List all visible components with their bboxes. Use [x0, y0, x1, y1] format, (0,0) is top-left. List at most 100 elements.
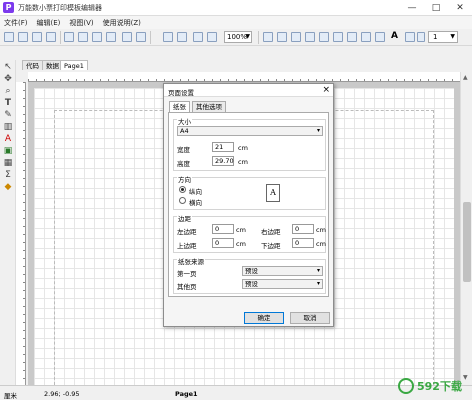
undo-icon[interactable] [163, 32, 173, 42]
align-left-icon[interactable] [263, 32, 273, 42]
watermark: 592下载 [398, 376, 470, 396]
ok-button[interactable]: 确定 [244, 312, 284, 324]
line-width-select[interactable]: 1 ▼ [428, 31, 458, 43]
landscape-label: 横向 [189, 199, 202, 207]
landscape-radio[interactable] [179, 197, 186, 204]
menu-file[interactable]: 文件(F) [4, 18, 28, 28]
first-page-source-select[interactable]: 预设 ▾ [242, 266, 323, 276]
zoom-out-icon[interactable] [207, 32, 217, 42]
scroll-thumb[interactable] [463, 202, 471, 282]
toolbar-separator [258, 31, 259, 44]
first-page-source-value: 预设 [245, 267, 258, 275]
portrait-radio[interactable] [179, 186, 186, 193]
save-icon[interactable] [32, 32, 42, 42]
copy-icon[interactable] [78, 32, 88, 42]
sum-icon[interactable]: Σ [3, 170, 13, 180]
toolbar: 100% ▼ A 1 ▼ [0, 29, 472, 46]
zoom-in-icon[interactable] [193, 32, 203, 42]
top-margin-label: 上边距 [177, 242, 197, 250]
paper-size-value: A4 [180, 127, 189, 135]
dialog-title: 页面设置 [168, 89, 194, 97]
margins-group: 边距 左边距 0 cm 右边距 0 cm 上边距 0 cm 下边距 0 cm [173, 213, 326, 253]
menu-edit[interactable]: 编辑(E) [37, 18, 61, 28]
image-icon[interactable]: ▣ [3, 146, 13, 156]
pointer-icon[interactable]: ↖ [3, 62, 13, 72]
scroll-up-icon[interactable]: ▲ [463, 74, 468, 81]
vertical-ruler [16, 82, 26, 385]
align-bottom-icon[interactable] [333, 32, 343, 42]
other-pages-source-select[interactable]: 预设 ▾ [242, 279, 323, 289]
portrait-label: 纵向 [189, 188, 202, 196]
zoom-select[interactable]: 100% ▼ [224, 31, 252, 43]
new-file-icon[interactable] [4, 32, 14, 42]
tab-other-options[interactable]: 其他选项 [192, 101, 226, 112]
left-margin-label: 左边距 [177, 228, 197, 236]
print-icon[interactable] [46, 32, 56, 42]
align-right-icon[interactable] [291, 32, 301, 42]
maximize-button[interactable]: □ [424, 0, 448, 16]
first-page-label: 第一页 [177, 270, 197, 278]
bottom-margin-unit: cm [316, 240, 326, 248]
text-tool-icon[interactable]: T [3, 98, 13, 108]
tab-code[interactable]: 代码 [22, 60, 43, 70]
menu-help[interactable]: 使用说明(Z) [103, 18, 141, 28]
horizontal-ruler [28, 72, 460, 82]
magnifier-icon[interactable]: ⌕ [3, 86, 13, 96]
vertical-scrollbar[interactable]: ▲ ▼ [460, 72, 472, 385]
ungroup-icon[interactable] [136, 32, 146, 42]
chevron-down-icon: ▼ [245, 33, 250, 40]
close-window-button[interactable]: ✕ [448, 0, 472, 16]
margins-label: 边距 [177, 213, 192, 223]
pan-icon[interactable]: ✥ [3, 74, 13, 84]
watermark-text: 592下载 [417, 380, 462, 393]
left-margin-field[interactable]: 0 [212, 224, 234, 234]
same-width-icon[interactable] [347, 32, 357, 42]
right-margin-label: 右边距 [261, 228, 281, 236]
barcode-icon[interactable]: ▥ [3, 122, 13, 132]
align-top-icon[interactable] [305, 32, 315, 42]
width-unit: cm [238, 144, 248, 152]
brush-icon[interactable]: ✎ [3, 110, 13, 120]
height-field[interactable]: 29.70 [212, 156, 234, 166]
menu-bar: 文件(F) 编辑(E) 视图(V) 使用说明(Z) [0, 16, 472, 29]
tab-page1[interactable]: Page1 [60, 60, 88, 70]
bottom-margin-label: 下边距 [261, 242, 281, 250]
table-icon[interactable]: ▦ [3, 158, 13, 168]
paper-size-select[interactable]: A4 ▾ [177, 126, 323, 136]
orientation-label: 方向 [177, 174, 192, 184]
top-margin-unit: cm [236, 240, 246, 248]
cancel-button[interactable]: 取消 [290, 312, 330, 324]
font-color-icon[interactable]: A [391, 31, 398, 41]
fill-color-icon[interactable] [405, 32, 415, 42]
dialog-close-icon[interactable]: × [322, 84, 330, 97]
chevron-down-icon: ▼ [450, 33, 455, 40]
same-height-icon[interactable] [361, 32, 371, 42]
cut-icon[interactable] [64, 32, 74, 42]
width-field[interactable]: 21 [212, 142, 234, 152]
paste-icon[interactable] [92, 32, 102, 42]
align-center-icon[interactable] [277, 32, 287, 42]
window-title: 万能数小票打印模板编辑器 [18, 4, 102, 12]
chevron-down-icon: ▾ [316, 267, 320, 274]
page-setup-dialog: 页面设置 × 纸张 其他选项 大小 A4 ▾ 宽度 21 cm 高度 29.70 … [163, 83, 334, 327]
align-middle-icon[interactable] [319, 32, 329, 42]
delete-icon[interactable] [106, 32, 116, 42]
width-label: 宽度 [177, 146, 190, 154]
right-margin-field[interactable]: 0 [292, 224, 314, 234]
font-icon[interactable]: A [3, 134, 13, 144]
line-style-icon[interactable] [417, 32, 425, 42]
toolbar-separator [60, 31, 61, 44]
open-file-icon[interactable] [18, 32, 28, 42]
same-size-icon[interactable] [375, 32, 385, 42]
shapes-icon[interactable]: ◆ [3, 182, 13, 192]
top-margin-field[interactable]: 0 [212, 238, 234, 248]
redo-icon[interactable] [177, 32, 187, 42]
other-pages-source-value: 预设 [245, 280, 258, 288]
size-label: 大小 [177, 116, 192, 126]
left-margin-unit: cm [236, 226, 246, 234]
menu-view[interactable]: 视图(V) [69, 18, 93, 28]
minimize-button[interactable]: — [400, 0, 424, 16]
group-icon[interactable] [122, 32, 132, 42]
bottom-margin-field[interactable]: 0 [292, 238, 314, 248]
zoom-value: 100% [227, 33, 248, 41]
